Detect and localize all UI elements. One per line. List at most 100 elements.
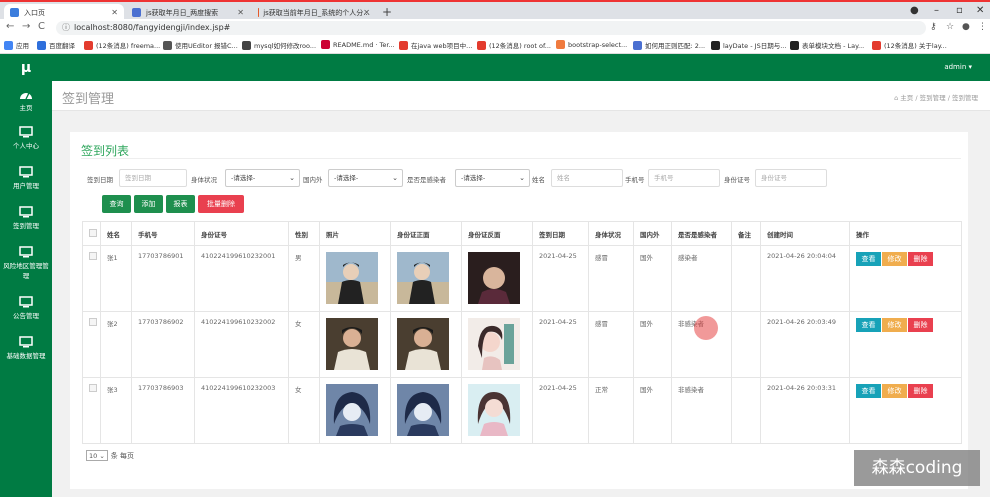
user-menu[interactable]: admin ▾ xyxy=(944,63,972,71)
bookmark-favicon-icon xyxy=(711,40,720,50)
close-window-icon[interactable]: ✕ xyxy=(976,5,984,16)
close-tab-icon[interactable]: ✕ xyxy=(363,8,370,17)
url-text: localhost:8080/fangyidengji/index.jsp# xyxy=(74,23,231,32)
sidebar-item-risk-areas[interactable]: 风险地区管理管理 xyxy=(0,246,52,280)
column-header[interactable]: 照片 xyxy=(319,221,391,246)
health-filter-select[interactable]: -请选择- ⌄ xyxy=(225,169,300,187)
tab-title: 入口页 xyxy=(24,8,45,17)
close-tab-icon[interactable]: ✕ xyxy=(111,8,118,17)
bookmark-item[interactable]: 表单模块文档 - Lay... xyxy=(790,40,864,50)
bookmark-item[interactable]: layDate - JS日期与... xyxy=(711,40,786,50)
bookmark-item[interactable]: bootstrap-select... xyxy=(556,40,627,49)
close-tab-icon[interactable]: ✕ xyxy=(237,8,244,17)
sidebar-item-label: 公告管理 xyxy=(13,312,39,320)
phone-filter-label: 手机号 xyxy=(625,176,645,184)
bookmark-favicon-icon xyxy=(84,40,93,50)
bookmark-item[interactable]: 如何用正则匹配: 2... xyxy=(633,40,705,50)
column-header[interactable]: 身体状况 xyxy=(588,221,634,246)
bookmark-item[interactable]: README.md · Ter... xyxy=(321,40,395,49)
domestic-filter-select[interactable]: -请选择- ⌄ xyxy=(328,169,403,187)
cell-created: 2021-04-26 20:04:04 xyxy=(760,245,850,312)
page-size-select[interactable]: 10 ⌄ xyxy=(86,450,108,461)
delete-button[interactable]: 删除 xyxy=(908,318,933,332)
forward-icon[interactable]: → xyxy=(22,21,30,32)
date-filter-input[interactable]: 签到日期 xyxy=(119,169,187,187)
add-button[interactable]: 添加 xyxy=(134,195,163,213)
row-checkbox[interactable] xyxy=(89,384,97,392)
sidebar-item-home[interactable]: 主页 xyxy=(0,88,52,112)
bookmarks-bar: 应用 百度翻译 (12条消息) freema... 使用UEditor 报错C.… xyxy=(0,37,990,54)
account-icon[interactable]: ● xyxy=(962,22,970,32)
sidebar-item-label: 基础数据管理 xyxy=(6,352,46,360)
cell-note xyxy=(731,311,761,378)
column-header[interactable]: 是否是感染者 xyxy=(671,221,732,246)
column-header[interactable]: 创建时间 xyxy=(760,221,850,246)
column-header[interactable]: 姓名 xyxy=(100,221,132,246)
page-size-control: 10 ⌄ 条 每页 xyxy=(86,450,134,461)
star-icon[interactable]: ☆ xyxy=(946,22,954,32)
row-checkbox[interactable] xyxy=(89,318,97,326)
edit-button[interactable]: 修改 xyxy=(882,252,907,266)
idcard-front-image xyxy=(397,318,449,370)
menu-dots-icon[interactable]: ⋮ xyxy=(978,22,987,32)
bookmark-item[interactable]: 在java web项目中... xyxy=(399,40,472,50)
key-icon[interactable]: ⚷ xyxy=(930,22,937,32)
select-all-checkbox[interactable] xyxy=(89,228,97,237)
bookmark-item[interactable]: 使用UEditor 报错C... xyxy=(163,40,238,50)
column-header[interactable]: 性别 xyxy=(288,221,320,246)
column-header[interactable]: 备注 xyxy=(731,221,761,246)
bookmark-item[interactable]: 应用 xyxy=(4,40,29,50)
idcard-filter-input[interactable]: 身份证号 xyxy=(755,169,827,187)
batch-delete-button[interactable]: 批量删除 xyxy=(198,195,244,213)
watermark: 森森coding xyxy=(854,450,980,486)
delete-button[interactable]: 删除 xyxy=(908,252,933,266)
phone-filter-input[interactable]: 手机号 xyxy=(648,169,720,187)
url-field[interactable]: ⓘ localhost:8080/fangyidengji/index.jsp# xyxy=(56,21,926,35)
bookmark-item[interactable]: (12条消息) freema... xyxy=(84,40,160,50)
sidebar-item-users[interactable]: 用户管理 xyxy=(0,166,52,190)
sidebar-item-label: 风险地区管理管理 xyxy=(3,262,49,280)
back-icon[interactable]: ← xyxy=(6,21,14,32)
breadcrumb-item[interactable]: 签到管理 xyxy=(920,94,946,102)
delete-button[interactable]: 删除 xyxy=(908,384,933,398)
new-tab-icon[interactable]: + xyxy=(382,5,392,19)
column-header[interactable]: 身份证反面 xyxy=(461,221,533,246)
health-filter-label: 身体状况 xyxy=(191,176,217,184)
reload-icon[interactable]: C xyxy=(38,21,45,32)
infected-filter-select[interactable]: -请选择- ⌄ xyxy=(455,169,530,187)
column-header[interactable]: 身份证号 xyxy=(194,221,289,246)
sidebar-item-basic-data[interactable]: 基础数据管理 xyxy=(0,336,52,360)
breadcrumb-home[interactable]: 主页 xyxy=(900,94,913,102)
view-button[interactable]: 查看 xyxy=(856,384,881,398)
edit-button[interactable]: 修改 xyxy=(882,384,907,398)
row-checkbox[interactable] xyxy=(89,252,97,260)
column-header[interactable]: 手机号 xyxy=(131,221,195,246)
maximize-icon[interactable]: ▫ xyxy=(956,5,963,16)
minimize-icon[interactable]: – xyxy=(934,5,939,16)
bookmark-item[interactable]: (12条消息) root of... xyxy=(477,40,551,50)
sidebar-item-notices[interactable]: 公告管理 xyxy=(0,296,52,320)
query-button[interactable]: 查询 xyxy=(102,195,131,213)
report-button[interactable]: 报表 xyxy=(166,195,195,213)
view-button[interactable]: 查看 xyxy=(856,318,881,332)
column-header[interactable]: 签到日期 xyxy=(532,221,589,246)
browser-tab-strip: 入口页 ✕ js获取年月日_两度搜索 ✕ js获取当前年月日_系统的个人分...… xyxy=(0,0,990,21)
bookmark-favicon-icon xyxy=(477,40,486,50)
view-button[interactable]: 查看 xyxy=(856,252,881,266)
sidebar-item-checkin[interactable]: 签到管理 xyxy=(0,206,52,230)
column-header[interactable]: 国内外 xyxy=(633,221,672,246)
cell-phone: 17703786903 xyxy=(131,377,195,444)
bookmark-item[interactable]: (12条消息) 关于lay... xyxy=(872,40,947,50)
profile-circle-icon[interactable]: ● xyxy=(910,5,919,16)
name-filter-input[interactable]: 姓名 xyxy=(551,169,623,187)
breadcrumb-separator: / xyxy=(947,94,950,102)
page-favicon-icon xyxy=(132,8,141,17)
sidebar-item-personal[interactable]: 个人中心 xyxy=(0,126,52,150)
edit-button[interactable]: 修改 xyxy=(882,318,907,332)
sidebar-item-label: 主页 xyxy=(19,104,33,112)
column-header[interactable]: 身份证正面 xyxy=(390,221,462,246)
cell-infected: 感染者 xyxy=(671,245,732,312)
bookmark-item[interactable]: 百度翻译 xyxy=(37,40,75,50)
bookmark-item[interactable]: mysql如何修改roo... xyxy=(242,40,316,50)
column-header: 操作 xyxy=(849,221,962,246)
